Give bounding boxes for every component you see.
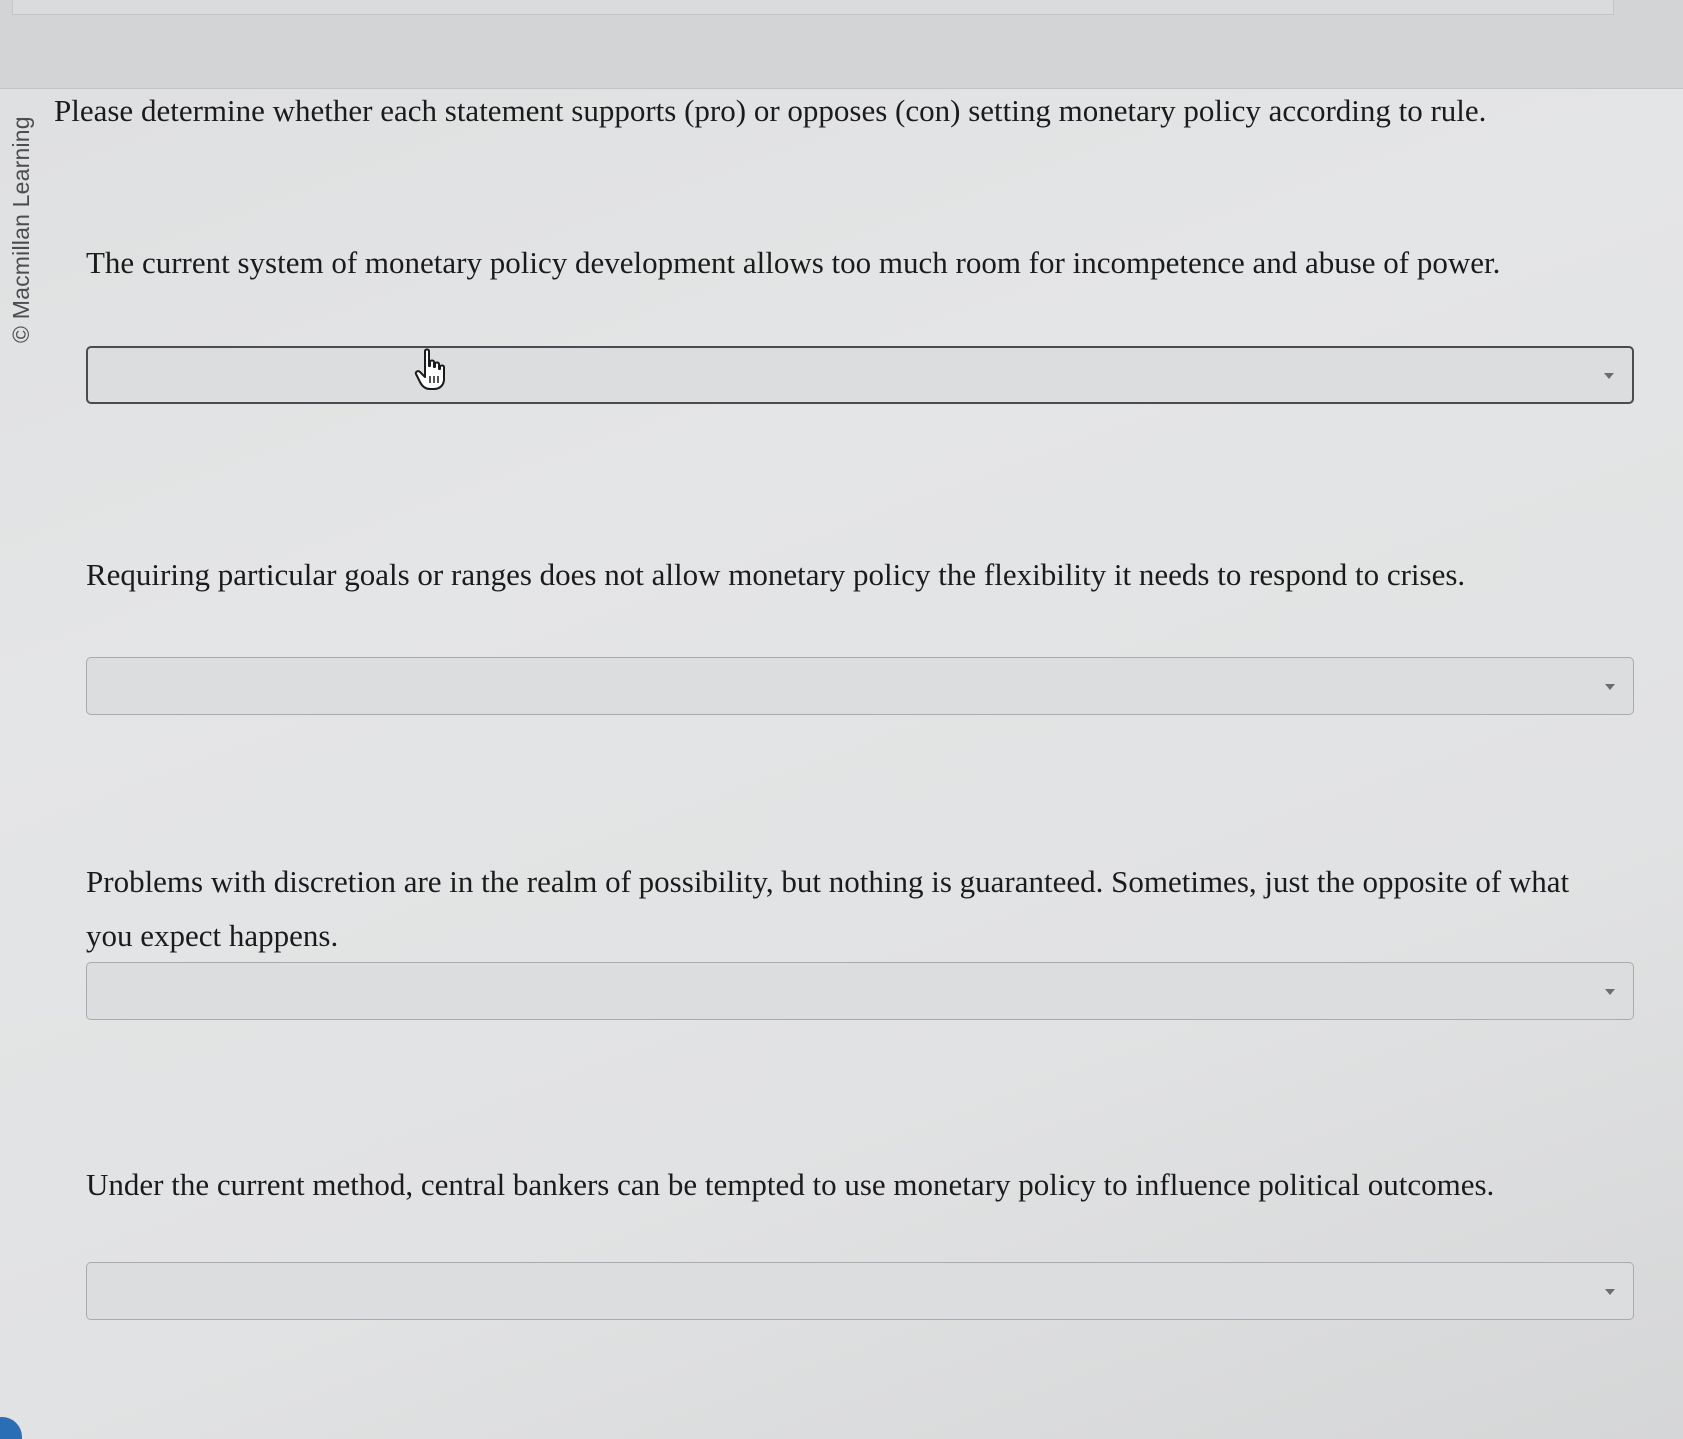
statement-4-text: Under the current method, central banker… [86, 1167, 1495, 1202]
chevron-down-icon [1605, 989, 1615, 995]
statement-3-dropdown[interactable] [86, 962, 1634, 1020]
top-panel-edge [0, 0, 1683, 89]
question-page: © Macmillan Learning Please determine wh… [0, 0, 1683, 1439]
hand-pointer-icon [414, 348, 445, 390]
top-panel-inner-edge [12, 0, 1614, 15]
statement-1-text: The current system of monetary policy de… [86, 245, 1501, 280]
chevron-down-icon [1605, 1289, 1615, 1295]
statement-3-text: Problems with discretion are in the real… [86, 864, 1570, 953]
copyright-watermark: © Macmillan Learning [8, 116, 34, 343]
question-instruction: Please determine whether each statement … [54, 93, 1487, 128]
statement-2-dropdown[interactable] [86, 657, 1634, 715]
corner-accent [0, 1417, 22, 1439]
statement-2-text: Requiring particular goals or ranges doe… [86, 557, 1466, 592]
chevron-down-icon [1605, 684, 1615, 690]
statement-4-dropdown[interactable] [86, 1262, 1634, 1320]
chevron-down-icon [1604, 373, 1614, 379]
statement-1-dropdown[interactable] [86, 346, 1634, 404]
